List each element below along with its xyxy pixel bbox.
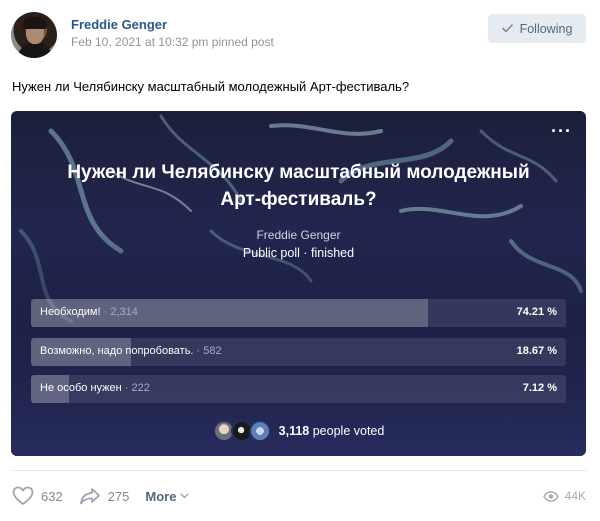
post-actions: 632 275 More: [12, 486, 190, 506]
share-count: 275: [107, 488, 130, 504]
answer-percent: 7.12 %: [522, 382, 557, 394]
post-card: Freddie Genger Feb 10, 2021 at 10:32 pm …: [0, 0, 600, 521]
voters-count: 3,118: [278, 424, 310, 438]
following-label: Following: [519, 21, 573, 36]
poll-voters[interactable]: 3,118 people voted: [11, 420, 586, 442]
divider: [11, 470, 586, 471]
like-count: 632: [41, 488, 63, 504]
author-name[interactable]: Freddie Genger: [71, 17, 167, 32]
poll-title-line-1: Нужен ли Челябинску масштабный молодежны…: [67, 162, 530, 183]
post-text: Нужен ли Челябинску масштабный молодежны…: [12, 79, 410, 94]
post-meta[interactable]: Feb 10, 2021 at 10:32 pm pinned post: [71, 35, 274, 49]
views-counter: 44K: [542, 489, 586, 503]
poll-author: Freddie Genger: [256, 228, 341, 242]
eye-icon: [542, 490, 559, 502]
poll-title: Нужен ли Челябинску масштабный молодежны…: [11, 159, 586, 213]
poll-answer[interactable]: Необходим! · 2,314 74.21 %: [31, 299, 566, 327]
avatar-body: [17, 42, 53, 58]
more-button[interactable]: More: [145, 488, 190, 504]
answer-count: · 222: [124, 382, 150, 394]
answer-text: Необходим!: [40, 306, 101, 318]
poll-answer-label: Возможно, надо попробовать. · 582: [40, 345, 222, 357]
following-button[interactable]: Following: [488, 14, 586, 43]
answer-text: Не особо нужен: [40, 382, 122, 394]
answer-percent: 18.67 %: [516, 345, 557, 357]
poll-card: ··· Нужен ли Челябинску масштабный молод…: [11, 111, 586, 456]
check-icon: [501, 24, 513, 33]
like-button[interactable]: 632: [12, 486, 63, 506]
avatar-hair: [23, 17, 47, 29]
poll-answer[interactable]: Возможно, надо попробовать. · 582 18.67 …: [31, 338, 566, 366]
answer-count: · 582: [196, 345, 222, 357]
answer-text: Возможно, надо попробовать.: [40, 345, 194, 357]
poll-answer[interactable]: Не особо нужен · 222 7.12 %: [31, 375, 566, 403]
poll-title-line-2: Арт-фестиваль?: [220, 189, 377, 210]
poll-answer-label: Необходим! · 2,314: [40, 306, 138, 318]
author-avatar[interactable]: [11, 12, 57, 58]
views-count: 44K: [564, 489, 586, 503]
voters-count-text: 3,118 people voted: [279, 424, 385, 438]
heart-icon: [12, 486, 34, 505]
more-dots-icon[interactable]: ···: [551, 121, 572, 142]
share-arrow-icon: [79, 488, 100, 505]
poll-status: Public poll · finished: [242, 246, 355, 260]
more-label: More: [145, 488, 177, 504]
voter-avatars: [212, 420, 271, 442]
poll-answer-label: Не особо нужен · 222: [40, 382, 150, 394]
chevron-down-icon: [180, 493, 190, 499]
answer-count: · 2,314: [103, 306, 138, 318]
answer-percent: 74.21 %: [516, 306, 557, 318]
share-button[interactable]: 275: [79, 486, 130, 506]
voter-avatar: [248, 420, 271, 442]
voters-suffix: people voted: [312, 424, 385, 438]
